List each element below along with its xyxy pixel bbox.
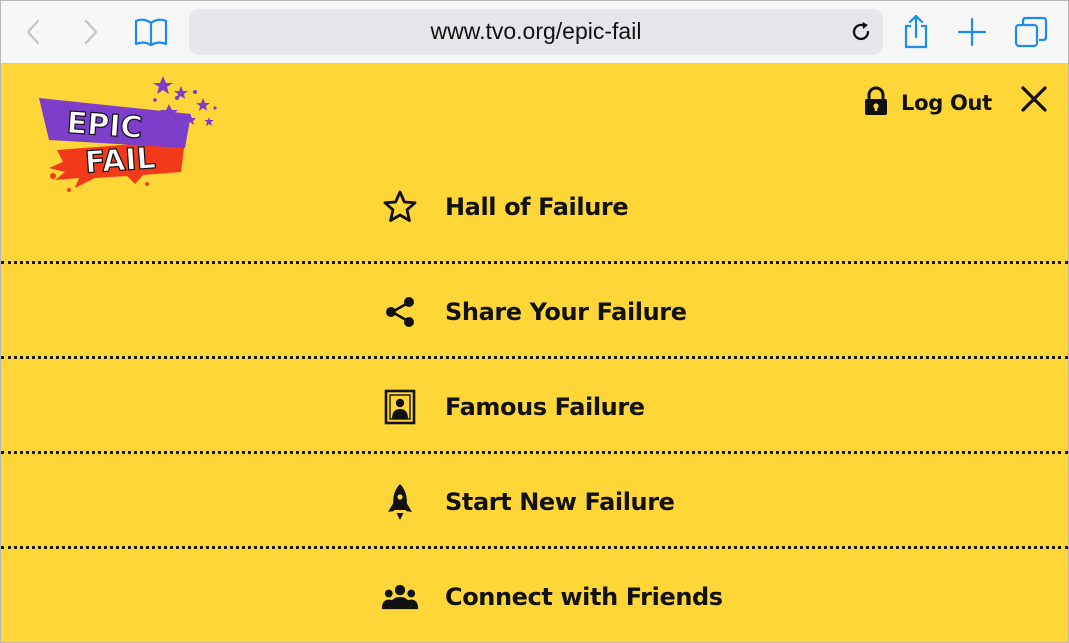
browser-toolbar: www.tvo.org/epic-fail <box>1 1 1068 64</box>
url-text[interactable]: www.tvo.org/epic-fail <box>189 9 883 55</box>
menu-item-famous-failure[interactable]: Famous Failure <box>1 359 1068 454</box>
logo-text-epic: EPIC <box>66 106 144 146</box>
logout-label[interactable]: Log Out <box>901 91 992 115</box>
menu-item-connect-with-friends[interactable]: Connect with Friends <box>1 549 1068 642</box>
star-icon <box>381 188 419 226</box>
lock-icon <box>863 86 889 120</box>
address-bar[interactable]: www.tvo.org/epic-fail <box>189 9 883 55</box>
share-icon[interactable] <box>899 1 933 63</box>
close-icon[interactable] <box>1019 84 1049 114</box>
menu-item-label[interactable]: Share Your Failure <box>445 298 687 326</box>
menu-item-label[interactable]: Hall of Failure <box>445 193 629 221</box>
menu-item-hall-of-failure[interactable]: Hall of Failure <box>1 169 1068 264</box>
portrait-icon <box>381 388 419 426</box>
menu-overlay: EPIC FAIL Log Out Hall of Failure Share … <box>1 64 1068 642</box>
menu-item-label[interactable]: Connect with Friends <box>445 583 723 611</box>
book-icon[interactable] <box>131 1 171 63</box>
menu-item-share-your-failure[interactable]: Share Your Failure <box>1 264 1068 359</box>
plus-icon[interactable] <box>955 1 989 63</box>
chevron-left-icon[interactable] <box>19 1 47 63</box>
browser-window: www.tvo.org/epic-fail EPIC FAIL Log Out … <box>0 0 1069 643</box>
reload-icon[interactable] <box>849 20 873 44</box>
rocket-icon <box>381 483 419 521</box>
chevron-right-icon[interactable] <box>77 1 105 63</box>
menu-item-label[interactable]: Start New Failure <box>445 488 675 516</box>
share-icon <box>381 293 419 331</box>
tabs-icon[interactable] <box>1011 1 1051 63</box>
logout-button[interactable]: Log Out <box>863 86 992 120</box>
group-icon <box>381 578 419 616</box>
main-menu: Hall of Failure Share Your Failure Famou… <box>1 169 1068 642</box>
menu-item-label[interactable]: Famous Failure <box>445 393 645 421</box>
menu-item-start-new-failure[interactable]: Start New Failure <box>1 454 1068 549</box>
